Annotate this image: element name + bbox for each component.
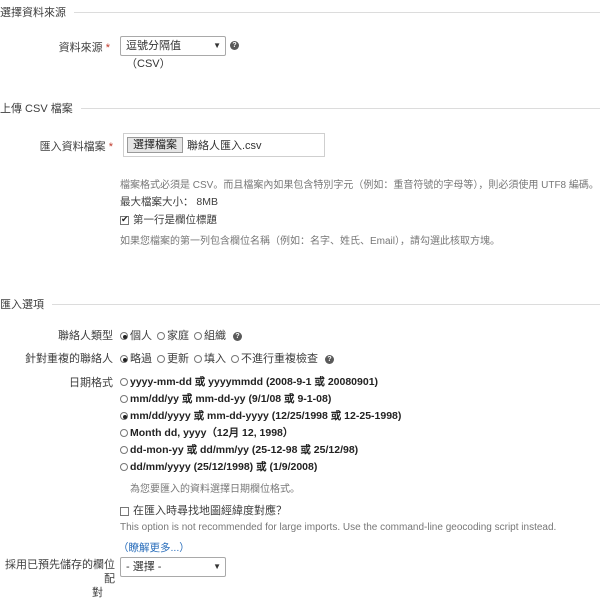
required-mark: * (108, 141, 113, 153)
format-note: 檔案格式必須是 CSV。而且檔案內如果包含特別字元（例如：重音符號的字母等），則… (120, 180, 599, 191)
option-label: Month dd, yyyy（12月 12, 1998） (130, 427, 294, 439)
import-file-label-text: 匯入資料檔案 (39, 141, 106, 153)
divider (52, 303, 600, 305)
date-format-option-ymd[interactable]: yyyy-mm-dd 或 yyyymmdd (2008-9-1 或 200809… (120, 374, 378, 389)
data-source-label: 資料來源 * (20, 39, 110, 55)
option-label: dd/mm/yyyy (25/12/1998) 或 (1/9/2008) (130, 461, 318, 473)
date-format-label: 日期格式 (69, 377, 113, 389)
contact-type-option-individual[interactable]: 個人 (120, 330, 152, 342)
import-file-label: 匯入資料檔案 * (10, 138, 113, 154)
choose-file-button[interactable]: 選擇檔案 (127, 137, 183, 153)
radio-button[interactable] (120, 395, 128, 404)
radio-button[interactable] (120, 429, 128, 438)
radio-button[interactable] (120, 355, 128, 364)
radio-button[interactable] (157, 332, 165, 341)
date-format-option-dmy-short[interactable]: dd-mon-yy 或 dd/mm/yy (25-12-98 或 25/12/9… (120, 442, 358, 457)
geocode-checkbox[interactable] (120, 506, 129, 516)
radio-button[interactable] (120, 412, 128, 421)
question-circle-icon[interactable]: ? (233, 331, 242, 341)
option-label: mm/dd/yyyy 或 mm-dd-yyyy (12/25/1998 或 12… (130, 410, 402, 422)
date-format-note: 為您要匯入的資料選擇日期欄位格式。 (130, 484, 300, 495)
option-label: mm/dd/yy 或 mm-dd-yy (9/1/08 或 9-1-08) (130, 393, 332, 405)
date-format-option-mdy-long[interactable]: mm/dd/yyyy 或 mm-dd-yyyy (12/25/1998 或 12… (120, 408, 401, 423)
geocode-label: 在匯入時尋找地圖經緯度對應？ (133, 505, 287, 517)
learn-more-text[interactable]: （瞭解更多...） (118, 542, 190, 554)
contact-type-label: 聯絡人類型 (58, 330, 113, 342)
learn-more-link[interactable]: （瞭解更多...） (118, 540, 190, 555)
question-circle-icon[interactable]: ? (230, 41, 239, 50)
dedupe-label: 針對重複的聯絡人 (25, 353, 113, 365)
option-label: 略過 (130, 353, 152, 365)
radio-button[interactable] (231, 355, 239, 364)
data-source-select[interactable]: 逗號分隔值（CSV） ▼ (120, 36, 226, 70)
option-label: 不進行重複檢查 (241, 353, 318, 365)
file-name: 聯絡人匯入.csv (187, 140, 262, 152)
radio-button[interactable] (120, 463, 128, 472)
contact-type-option-household[interactable]: 家庭 (157, 330, 189, 342)
dedupe-group: 略過 更新 填入 不進行重複檢查? (120, 350, 334, 366)
section-data-source: 選擇資料來源 (0, 4, 600, 20)
section-title: 匯入選項 (0, 299, 44, 311)
dedupe-option-fill[interactable]: 填入 (194, 353, 226, 365)
option-label: 家庭 (167, 330, 189, 342)
option-label: 組織 (204, 330, 226, 342)
first-row-note: 如果您檔案的第一列包含欄位名稱（例如：名字、姓氏、Email），請勾選此核取方塊… (120, 236, 501, 247)
question-circle-icon[interactable]: ? (325, 354, 334, 364)
option-label: 個人 (130, 330, 152, 342)
file-input[interactable]: 選擇檔案 聯絡人匯入.csv (123, 133, 325, 157)
divider (80, 107, 600, 109)
radio-button[interactable] (120, 332, 128, 341)
date-format-option-mdy-short[interactable]: mm/dd/yy 或 mm-dd-yy (9/1/08 或 9-1-08) (120, 391, 331, 406)
section-title: 選擇資料來源 (0, 7, 66, 19)
option-label: yyyy-mm-dd 或 yyyymmdd (2008-9-1 或 200809… (130, 376, 379, 388)
section-upload-csv: 上傳 CSV 檔案 (0, 100, 600, 116)
chevron-down-icon: ▼ (213, 41, 221, 50)
radio-button[interactable] (120, 446, 128, 455)
contact-type-group: 個人 家庭 組織? (120, 327, 242, 343)
section-import-options: 匯入選項 (0, 296, 600, 312)
geocode-option[interactable]: 在匯入時尋找地圖經緯度對應？ (120, 502, 287, 518)
first-row-header-option[interactable]: 第一行是欄位標題 (120, 212, 217, 227)
data-source-selected: 逗號分隔值（CSV） (126, 40, 181, 70)
saved-mapping-selected: - 選擇 - (126, 561, 162, 573)
dedupe-option-skip[interactable]: 略過 (120, 353, 152, 365)
chevron-down-icon: ▼ (213, 562, 221, 571)
saved-mapping-select[interactable]: - 選擇 - ▼ (120, 557, 226, 577)
radio-button[interactable] (194, 332, 202, 341)
option-label: dd-mon-yy 或 dd/mm/yy (25-12-98 或 25/12/9… (130, 444, 359, 456)
dedupe-option-none[interactable]: 不進行重複檢查 (231, 353, 318, 365)
radio-button[interactable] (120, 378, 128, 387)
radio-button[interactable] (194, 355, 202, 364)
divider (74, 11, 600, 13)
max-size-note: 最大檔案大小： 8MB (120, 196, 219, 208)
saved-mapping-label-line2: 對 (92, 587, 103, 599)
geocode-note: This option is not recommended for large… (120, 522, 557, 533)
option-label: 更新 (167, 353, 189, 365)
required-mark: * (105, 42, 110, 54)
saved-mapping-label: 採用已預先儲存的欄位配 對 (0, 558, 115, 600)
option-label: 填入 (204, 353, 226, 365)
contact-type-option-organization[interactable]: 組織 (194, 330, 226, 342)
first-row-header-checkbox[interactable] (120, 214, 129, 225)
section-title: 上傳 CSV 檔案 (0, 103, 73, 115)
radio-button[interactable] (157, 355, 165, 364)
data-source-label-text: 資料來源 (58, 42, 103, 54)
saved-mapping-label-line1: 採用已預先儲存的欄位配 (5, 559, 115, 585)
first-row-header-label: 第一行是欄位標題 (133, 214, 217, 226)
date-format-option-month-name[interactable]: Month dd, yyyy（12月 12, 1998） (120, 425, 293, 440)
date-format-option-dmy-long[interactable]: dd/mm/yyyy (25/12/1998) 或 (1/9/2008) (120, 459, 317, 474)
dedupe-option-update[interactable]: 更新 (157, 353, 189, 365)
